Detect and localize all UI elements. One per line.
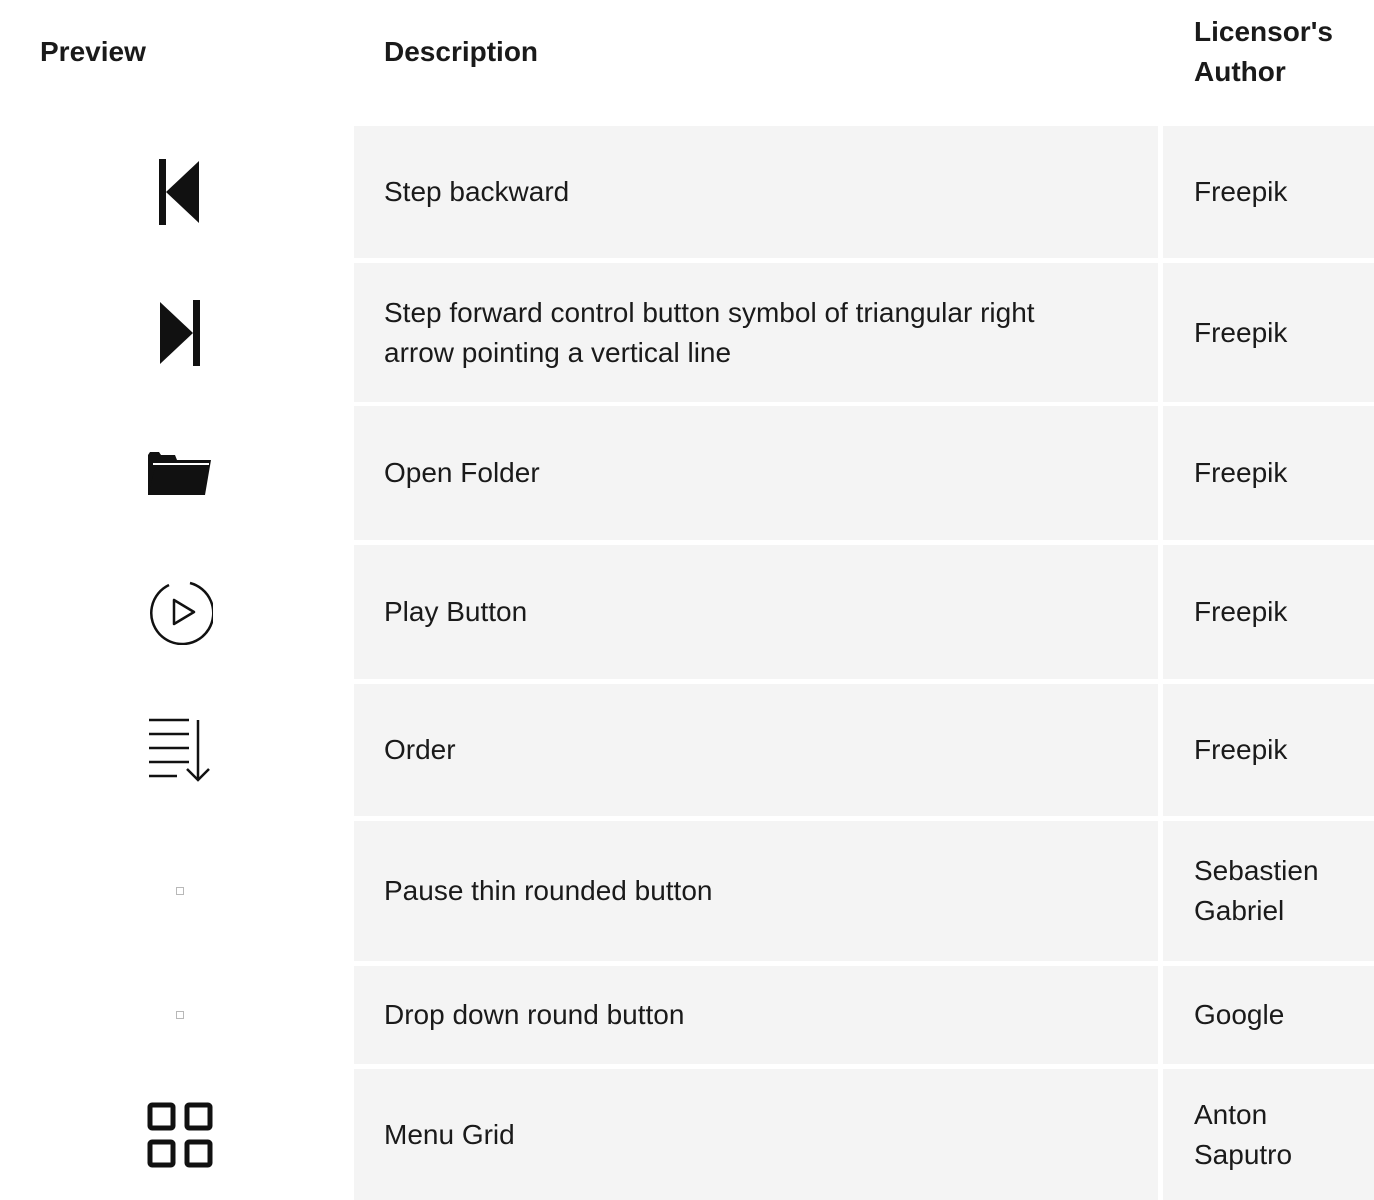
preview-cell bbox=[0, 821, 354, 961]
preview-cell bbox=[0, 406, 354, 540]
table-row: Step backward Freepik bbox=[0, 126, 1374, 258]
author-cell: Freepik bbox=[1163, 263, 1374, 402]
open-folder-icon bbox=[147, 440, 213, 506]
description-cell: Step forward control button symbol of tr… bbox=[354, 263, 1158, 402]
author-cell: Google bbox=[1163, 966, 1374, 1064]
description-cell: Open Folder bbox=[354, 406, 1158, 540]
description-cell: Pause thin rounded button bbox=[354, 821, 1158, 961]
preview-cell bbox=[0, 545, 354, 679]
table-row: Menu Grid Anton Saputro bbox=[0, 1069, 1374, 1200]
order-icon bbox=[147, 717, 213, 783]
menu-grid-icon bbox=[147, 1102, 213, 1168]
icon-credits-table: Preview Description Licensor's Author St… bbox=[0, 0, 1374, 1200]
author-cell: Freepik bbox=[1163, 684, 1374, 816]
description-cell: Drop down round button bbox=[354, 966, 1158, 1064]
description-cell: Step backward bbox=[354, 126, 1158, 258]
preview-cell bbox=[0, 1069, 354, 1200]
column-header-author: Licensor's Author bbox=[1194, 16, 1333, 87]
description-cell: Order bbox=[354, 684, 1158, 816]
table-row: Play Button Freepik bbox=[0, 545, 1374, 679]
author-cell: Sebastien Gabriel bbox=[1163, 821, 1374, 961]
description-cell: Play Button bbox=[354, 545, 1158, 679]
author-cell: Anton Saputro bbox=[1163, 1069, 1374, 1200]
broken-image-icon bbox=[147, 982, 213, 1048]
table-row: Step forward control button symbol of tr… bbox=[0, 263, 1374, 402]
preview-cell bbox=[0, 684, 354, 816]
table-row: Pause thin rounded button Sebastien Gabr… bbox=[0, 821, 1374, 961]
column-header-preview: Preview bbox=[40, 36, 146, 67]
step-forward-icon bbox=[147, 299, 213, 366]
step-backward-icon bbox=[147, 159, 213, 225]
preview-cell bbox=[0, 966, 354, 1064]
table-row: Order Freepik bbox=[0, 684, 1374, 816]
table-row: Drop down round button Google bbox=[0, 966, 1374, 1064]
preview-cell bbox=[0, 126, 354, 258]
author-cell: Freepik bbox=[1163, 126, 1374, 258]
author-cell: Freepik bbox=[1163, 406, 1374, 540]
preview-cell bbox=[0, 263, 354, 402]
column-header-description: Description bbox=[384, 36, 539, 67]
description-cell: Menu Grid bbox=[354, 1069, 1158, 1200]
author-cell: Freepik bbox=[1163, 545, 1374, 679]
table-header: Preview Description Licensor's Author bbox=[0, 0, 1374, 104]
table-row: Open Folder Freepik bbox=[0, 406, 1374, 540]
broken-image-icon bbox=[147, 858, 213, 924]
play-button-icon bbox=[147, 579, 213, 645]
